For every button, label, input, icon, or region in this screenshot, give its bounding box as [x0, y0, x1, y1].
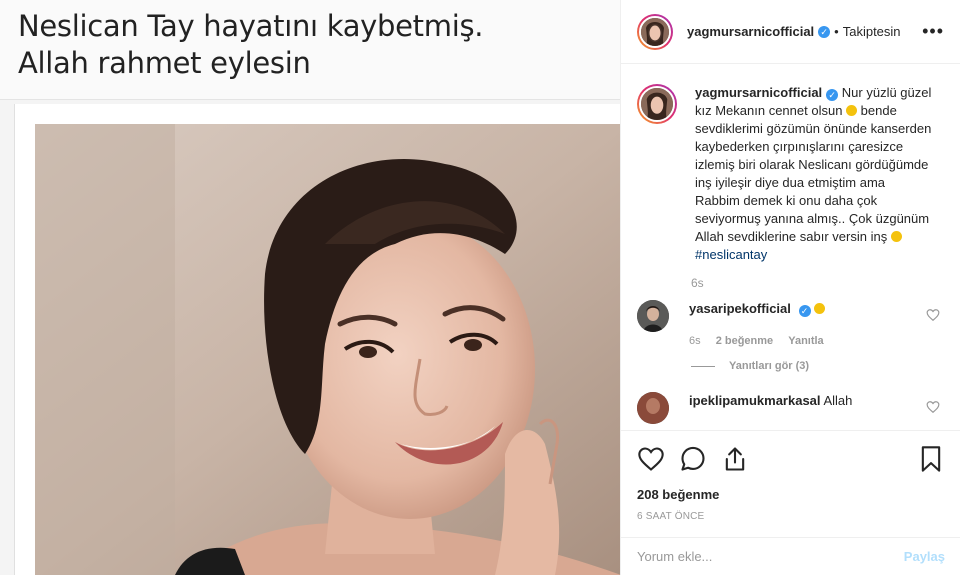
- comment-item: yasaripekofficial ✓ 6s 2 beğenme Yanıtla: [637, 300, 944, 350]
- likes-count[interactable]: 208 beğenme: [637, 487, 945, 502]
- headline-text: Neslican Tay hayatını kaybetmiş. Allah r…: [18, 8, 483, 82]
- action-icons-row: [637, 443, 945, 475]
- author-username[interactable]: yagmursarnicofficial: [687, 24, 814, 39]
- caption-username[interactable]: yagmursarnicofficial: [695, 85, 822, 100]
- caption-text: yagmursarnicofficial ✓ Nur yüzlü güzel kı…: [695, 84, 933, 264]
- separator-dot: •: [834, 24, 839, 39]
- replies-divider-line: [691, 365, 715, 367]
- caption-author-avatar[interactable]: [637, 84, 677, 124]
- verified-badge-icon: ✓: [798, 305, 811, 317]
- sad-face-emoji-icon: [846, 105, 858, 116]
- headline-line-1: Neslican Tay hayatını kaybetmiş.: [18, 9, 484, 43]
- author-avatar[interactable]: [637, 13, 673, 50]
- view-replies-label: Yanıtları gör (3): [729, 360, 810, 372]
- comment-like-heart-icon[interactable]: [926, 308, 940, 322]
- comment-icon[interactable]: [679, 445, 707, 473]
- post-header: yagmursarnicofficial ✓ • Takiptesin •••: [621, 0, 960, 64]
- view-replies-button[interactable]: Yanıtları gör (3): [691, 360, 944, 372]
- commenter-username[interactable]: ipeklipamukmarkasal: [689, 393, 821, 408]
- comment-item: ipeklipamukmarkasal Allah: [637, 392, 944, 424]
- bookmark-icon[interactable]: [917, 445, 945, 473]
- commenter-avatar[interactable]: [637, 300, 669, 332]
- follow-status-button[interactable]: Takiptesin: [843, 24, 901, 39]
- post-timestamp: 6 SAAT ÖNCE: [637, 511, 705, 522]
- caption-text-part2: bende sevdiklerimi gözümün önünde kanser…: [695, 103, 932, 244]
- more-options-icon[interactable]: •••: [922, 21, 944, 42]
- comment-like-heart-icon[interactable]: [926, 400, 940, 414]
- comment-likes[interactable]: 2 beğenme: [716, 335, 773, 347]
- post-comment-button[interactable]: Paylaş: [904, 549, 945, 564]
- headline-line-2: Allah rahmet eylesin: [18, 46, 311, 80]
- portrait-photo: [35, 124, 620, 575]
- reply-button[interactable]: Yanıtla: [788, 335, 823, 347]
- comment-body: ipeklipamukmarkasal Allah: [689, 392, 852, 424]
- commenter-username[interactable]: yasaripekofficial: [689, 301, 791, 316]
- comment-meta: 6s 2 beğenme Yanıtla: [689, 332, 836, 350]
- share-icon[interactable]: [721, 445, 749, 473]
- caption-time: 6s: [691, 276, 704, 290]
- comment-time: 6s: [689, 335, 701, 347]
- post-actions: 208 beğenme 6 SAAT ÖNCE: [621, 430, 960, 527]
- verified-badge-icon: ✓: [818, 25, 831, 38]
- post-sidebar: yagmursarnicofficial ✓ • Takiptesin ••• …: [620, 0, 960, 575]
- add-comment-bar: Paylaş: [621, 537, 960, 575]
- post-caption: yagmursarnicofficial ✓ Nur yüzlü güzel kı…: [637, 84, 944, 264]
- comments-list[interactable]: yagmursarnicofficial ✓ Nur yüzlü güzel kı…: [621, 64, 960, 430]
- commenter-avatar[interactable]: [637, 392, 669, 424]
- post-image[interactable]: Neslican Tay hayatını kaybetmiş. Allah r…: [0, 0, 620, 575]
- sad-face-emoji-icon: [890, 231, 902, 242]
- hashtag-link[interactable]: #neslicantay: [695, 247, 767, 262]
- heart-icon[interactable]: [637, 445, 665, 473]
- headline-screenshot: Neslican Tay hayatını kaybetmiş. Allah r…: [0, 0, 620, 100]
- comment-text: Allah: [823, 393, 853, 408]
- comment-body: yasaripekofficial ✓ 6s 2 beğenme Yanıtla: [689, 300, 836, 350]
- worried-face-emoji-icon: [814, 303, 826, 314]
- photo-frame: [14, 104, 620, 575]
- portrait-illustration: [35, 124, 620, 575]
- verified-badge-icon: ✓: [826, 89, 839, 101]
- comment-input[interactable]: [637, 549, 904, 564]
